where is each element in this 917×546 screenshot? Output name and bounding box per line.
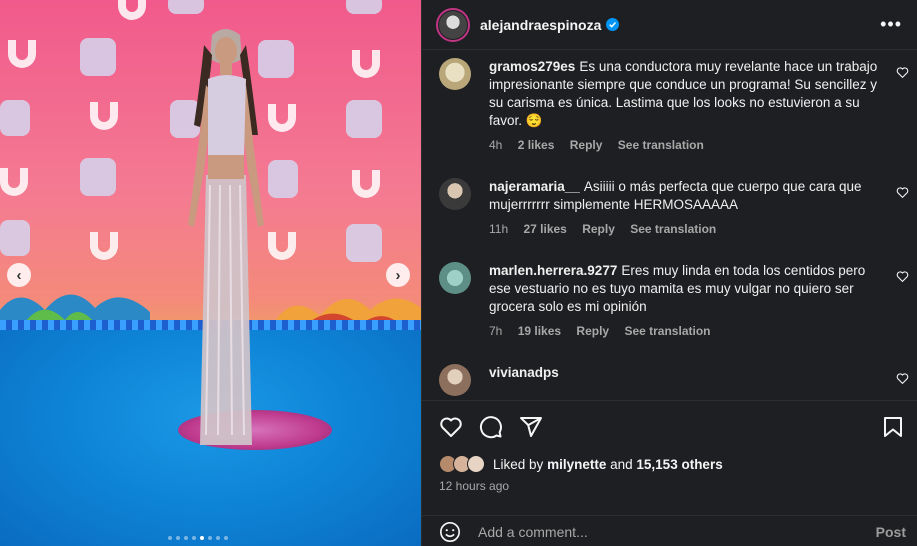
commenter-avatar[interactable] (439, 178, 471, 210)
comment-meta: 7h 19 likes Reply See translation (489, 324, 722, 338)
commenter-username[interactable]: najeramaria__ (489, 179, 580, 194)
emoji-icon[interactable] (439, 521, 461, 543)
commenter-username[interactable]: marlen.herrera.9277 (489, 263, 617, 278)
commenter-avatar[interactable] (439, 262, 471, 294)
heart-icon[interactable] (439, 415, 463, 439)
prev-photo-button[interactable]: ‹ (7, 263, 31, 287)
carousel-dot (224, 536, 228, 540)
heart-icon[interactable] (896, 270, 909, 283)
commenter-avatar[interactable] (439, 364, 471, 396)
verified-icon (606, 18, 620, 31)
liked-by-label: Liked by (493, 456, 544, 472)
add-comment-bar: Post (422, 515, 917, 546)
comment-time[interactable]: 4h (489, 138, 502, 152)
next-photo-button[interactable]: › (386, 263, 410, 287)
comments-list: gramos279es Es una conductora muy revelan… (422, 50, 917, 400)
comment-text: najeramaria__ Asiiiii o más perfecta que … (489, 178, 884, 214)
comment-text: marlen.herrera.9277 Eres muy linda en tod… (489, 262, 884, 316)
liker-avatars (439, 455, 485, 473)
carousel-dot (216, 536, 220, 540)
chevron-right-icon: › (395, 266, 401, 284)
comment-text: gramos279es Es una conductora muy revelan… (489, 58, 884, 130)
liked-by-user[interactable]: milynette (547, 457, 606, 472)
likes-summary: Liked by milynette and 15,153 others (439, 455, 723, 473)
post-photo[interactable]: ‹ › (0, 0, 421, 546)
commenter-avatar[interactable] (439, 58, 471, 90)
post-timestamp[interactable]: 12 hours ago (439, 479, 509, 493)
post-header: alejandraespinoza ••• (422, 0, 917, 50)
see-translation-button[interactable]: See translation (618, 138, 704, 152)
author-username[interactable]: alejandraespinoza (480, 17, 601, 33)
reply-button[interactable]: Reply (582, 222, 615, 236)
carousel-dot (176, 536, 180, 540)
see-translation-button[interactable]: See translation (624, 324, 710, 338)
carousel-dot (184, 536, 188, 540)
person-figure (188, 29, 264, 445)
post-modal: ‹ › alejandraespinoza ••• gramos279es Es … (0, 0, 917, 546)
bookmark-icon[interactable] (881, 415, 905, 439)
heart-icon[interactable] (896, 186, 909, 199)
chevron-left-icon: ‹ (16, 266, 22, 284)
others-likes-link[interactable]: 15,153 others (636, 457, 722, 472)
share-icon[interactable] (519, 415, 543, 439)
comment-meta: 4h 2 likes Reply See translation (489, 138, 716, 152)
carousel-dot (168, 536, 172, 540)
commenter-username[interactable]: gramos279es (489, 59, 575, 74)
commenter-username[interactable]: vivianadps (489, 365, 559, 380)
author-avatar[interactable] (436, 7, 470, 42)
comment-likes[interactable]: 2 likes (518, 138, 555, 152)
more-options-button[interactable]: ••• (880, 14, 902, 35)
comment-likes[interactable]: 27 likes (523, 222, 566, 236)
carousel-indicator (168, 536, 228, 540)
post-actions (422, 400, 917, 452)
comment-likes[interactable]: 19 likes (518, 324, 561, 338)
and-label: and (610, 456, 633, 472)
carousel-dot (192, 536, 196, 540)
carousel-dot (208, 536, 212, 540)
post-details-panel: alejandraespinoza ••• gramos279es Es una … (421, 0, 917, 546)
liker-avatar (467, 455, 485, 473)
comment-time[interactable]: 7h (489, 324, 502, 338)
comment-time[interactable]: 11h (489, 222, 508, 236)
comment-text: vivianadps (489, 364, 884, 382)
comment-input[interactable] (478, 520, 858, 544)
reply-button[interactable]: Reply (576, 324, 609, 338)
more-icon: ••• (880, 14, 902, 34)
heart-icon[interactable] (896, 66, 909, 79)
see-translation-button[interactable]: See translation (630, 222, 716, 236)
comment-meta: 11h 27 likes Reply See translation (489, 222, 728, 236)
post-comment-button[interactable]: Post (876, 524, 906, 540)
carousel-dot (200, 536, 204, 540)
comment-icon[interactable] (479, 415, 503, 439)
heart-icon[interactable] (896, 372, 909, 385)
reply-button[interactable]: Reply (570, 138, 603, 152)
